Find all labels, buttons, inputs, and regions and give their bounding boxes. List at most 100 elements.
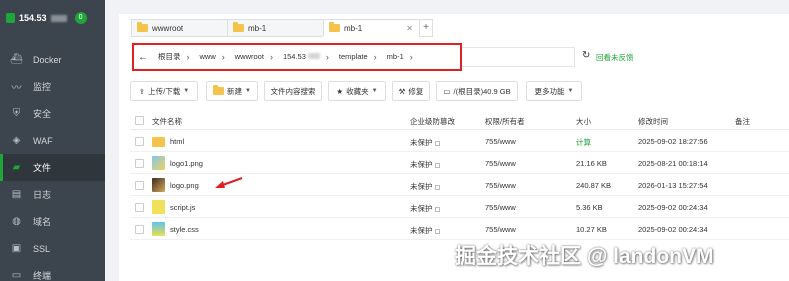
- feedback-link[interactable]: 回看未反馈: [596, 52, 634, 63]
- protect-status[interactable]: 未保护: [410, 137, 440, 148]
- table-row[interactable]: html 未保护 755/www 计算 2025-09-02 18:27:56: [130, 131, 789, 152]
- row-checkbox[interactable]: [135, 181, 144, 190]
- file-name[interactable]: logo.png: [170, 181, 199, 190]
- protect-status[interactable]: 未保护: [410, 203, 440, 214]
- table-header: 文件名称 企业级防篡改 权限/所有者 大小 修改时间 备注: [130, 111, 789, 130]
- new-label: 新建: [227, 86, 243, 96]
- back-arrow-icon[interactable]: ←: [138, 52, 152, 63]
- row-checkbox[interactable]: [135, 137, 144, 146]
- caret-down-icon: ▼: [183, 88, 190, 94]
- disk-label: /(根目录)40.9 GB: [453, 86, 511, 96]
- breadcrumb-wwwroot[interactable]: wwwroot: [229, 48, 270, 66]
- css-file-icon: [152, 222, 165, 236]
- file-name[interactable]: style.css: [170, 225, 199, 234]
- disk-button[interactable]: ▭ /(根目录)40.9 GB: [436, 81, 518, 101]
- server-icon: [6, 13, 15, 23]
- star-icon: ★: [336, 86, 344, 96]
- protect-status[interactable]: 未保护: [410, 225, 440, 236]
- shield-icon: ⛨: [12, 108, 21, 119]
- chevron-right-icon: ›: [373, 52, 377, 62]
- modified-time: 2025-09-02 18:27:56: [638, 137, 708, 146]
- lock-icon: [434, 140, 440, 146]
- sidebar-item-terminal[interactable]: ▭ 终端: [0, 262, 105, 281]
- wrench-icon: ⚒: [398, 86, 406, 96]
- breadcrumb-root[interactable]: 根目录: [152, 48, 187, 66]
- file-name[interactable]: html: [170, 137, 184, 146]
- file-tabs: wwwroot mb-1 mb-1 ✕ +: [131, 19, 433, 37]
- sidebar-item-monitor[interactable]: 〰 监控: [0, 73, 105, 100]
- tab-wwwroot[interactable]: wwwroot: [131, 19, 227, 37]
- redacted-mask: [50, 14, 67, 22]
- row-checkbox[interactable]: [135, 159, 144, 168]
- lock-icon: [434, 206, 440, 212]
- caret-down-icon: ▼: [567, 88, 574, 94]
- permission[interactable]: 755/www: [485, 225, 516, 234]
- column-name[interactable]: 文件名称: [152, 116, 182, 127]
- sidebar-item-domains[interactable]: ◍ 域名: [0, 208, 105, 235]
- sidebar-item-label: 终端: [33, 271, 52, 281]
- table-row[interactable]: logo1.png 未保护 755/www 21.16 KB 2025-08-2…: [130, 153, 789, 174]
- table-row[interactable]: script.js 未保护 755/www 5.36 KB 2025-09-02…: [130, 197, 789, 218]
- tab-mb-1[interactable]: mb-1: [227, 19, 323, 37]
- file-name[interactable]: logo1.png: [170, 159, 203, 168]
- file-size: 21.16 KB: [576, 159, 607, 168]
- sidebar-item-files[interactable]: ▰ 文件: [0, 154, 105, 181]
- permission[interactable]: 755/www: [485, 203, 516, 212]
- modified-time: 2026-01-13 15:27:54: [638, 181, 708, 190]
- add-tab-button[interactable]: +: [419, 19, 433, 37]
- modified-time: 2025-08-21 00:18:14: [638, 159, 708, 168]
- column-note[interactable]: 备注: [735, 116, 750, 127]
- permission[interactable]: 755/www: [485, 137, 516, 146]
- folder-icon: [329, 22, 340, 32]
- breadcrumb-www[interactable]: www: [194, 48, 222, 66]
- caret-down-icon: ▼: [371, 88, 378, 94]
- permission[interactable]: 755/www: [485, 181, 516, 190]
- repair-label: 修复: [408, 86, 424, 96]
- chevron-right-icon: ›: [221, 52, 225, 62]
- column-size[interactable]: 大小: [576, 116, 591, 127]
- row-checkbox[interactable]: [135, 225, 144, 234]
- protect-status[interactable]: 未保护: [410, 181, 440, 192]
- file-name[interactable]: script.js: [170, 203, 195, 212]
- permission[interactable]: 755/www: [485, 159, 516, 168]
- new-button[interactable]: 新建 ▼: [206, 81, 258, 101]
- folder-icon: ▰: [12, 162, 21, 173]
- calculate-size-link[interactable]: 计算: [576, 137, 591, 148]
- upload-download-button[interactable]: ⇪ 上传/下载 ▼: [130, 81, 198, 101]
- sidebar-item-label: SSL: [33, 243, 51, 254]
- column-protect[interactable]: 企业级防篡改: [410, 116, 455, 127]
- globe-icon: ◍: [12, 216, 21, 227]
- column-mtime[interactable]: 修改时间: [638, 116, 668, 127]
- main-area: wwwroot mb-1 mb-1 ✕ + ← 根目录 › www › wwwr…: [105, 0, 789, 281]
- tab-mb-1-active[interactable]: mb-1 ✕: [323, 19, 419, 37]
- sidebar-item-logs[interactable]: ▤ 日志: [0, 181, 105, 208]
- ssl-icon: ▣: [11, 243, 22, 254]
- notification-badge[interactable]: 0: [74, 12, 87, 24]
- close-icon[interactable]: ✕: [406, 24, 413, 33]
- select-all-checkbox[interactable]: [135, 116, 144, 125]
- breadcrumb-host[interactable]: 154.53: [277, 48, 326, 66]
- column-perm[interactable]: 权限/所有者: [485, 116, 525, 127]
- protect-status[interactable]: 未保护: [410, 159, 440, 170]
- breadcrumb-template[interactable]: template: [333, 48, 374, 66]
- sidebar-item-security[interactable]: ⛨ 安全: [0, 100, 105, 127]
- refresh-icon[interactable]: ↻: [582, 50, 590, 61]
- tab-label: wwwroot: [152, 23, 184, 33]
- favorites-button[interactable]: ★ 收藏夹 ▼: [328, 81, 386, 101]
- row-checkbox[interactable]: [135, 203, 144, 212]
- repair-button[interactable]: ⚒ 修复: [392, 81, 430, 101]
- log-icon: ▤: [11, 189, 22, 200]
- sidebar-item-waf[interactable]: ◈ WAF: [0, 127, 105, 154]
- sidebar-item-docker[interactable]: ⛴ Docker: [0, 46, 105, 73]
- table-row[interactable]: style.css 未保护 755/www 10.27 KB 2025-09-0…: [130, 219, 789, 240]
- chevron-right-icon: ›: [409, 52, 413, 62]
- lock-icon: [434, 228, 440, 234]
- sidebar-item-ssl[interactable]: ▣ SSL: [0, 235, 105, 262]
- modified-time: 2025-09-02 00:24:34: [638, 225, 708, 234]
- folder-icon: [152, 137, 165, 147]
- path-input[interactable]: [462, 47, 575, 67]
- content-search-button[interactable]: 文件内容搜索: [264, 81, 322, 101]
- sidebar-item-label: 监控: [33, 82, 52, 92]
- more-functions-button[interactable]: 更多功能 ▼: [526, 81, 582, 101]
- breadcrumb-mb-1[interactable]: mb-1: [381, 48, 410, 66]
